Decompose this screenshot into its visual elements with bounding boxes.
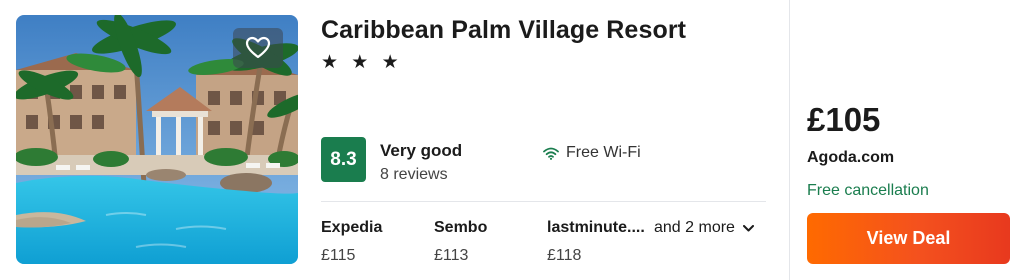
deal-price: £105: [807, 101, 881, 138]
hotel-name[interactable]: Caribbean Palm Village Resort: [321, 16, 686, 45]
provider-name: lastminute....: [547, 219, 645, 236]
more-providers-label: and 2 more: [654, 219, 735, 236]
amenity-wifi: Free Wi-Fi: [543, 144, 641, 162]
hotel-result-card: Caribbean Palm Village Resort ★ ★ ★ 8.3 …: [0, 0, 1024, 280]
provider-expedia[interactable]: Expedia £115: [321, 219, 382, 265]
wifi-icon: [543, 147, 559, 160]
deal-site: Agoda.com: [807, 149, 895, 166]
provider-price: £115: [321, 247, 356, 264]
free-cancellation-label: Free cancellation: [807, 182, 929, 199]
more-providers-dropdown[interactable]: and 2 more: [654, 219, 754, 237]
rating-label: Very good: [380, 141, 463, 160]
provider-price: £118: [547, 247, 582, 264]
heart-icon: [245, 36, 271, 59]
chevron-down-icon: [742, 224, 754, 231]
view-deal-button[interactable]: View Deal: [807, 213, 1010, 264]
price-panel-divider: [789, 0, 790, 280]
divider: [321, 201, 766, 202]
hotel-photo[interactable]: [16, 15, 298, 264]
provider-price: £113: [434, 247, 469, 264]
provider-name: Sembo: [434, 219, 488, 236]
provider-lastminute[interactable]: lastminute.... £118: [547, 219, 645, 265]
provider-sembo[interactable]: Sembo £113: [434, 219, 487, 265]
review-count[interactable]: 8 reviews: [380, 166, 448, 184]
hotel-star-rating: ★ ★ ★: [321, 52, 403, 73]
favourite-button[interactable]: [233, 28, 283, 68]
provider-name: Expedia: [321, 219, 383, 236]
rating-score-badge: 8.3: [321, 137, 366, 182]
amenity-label: Free Wi-Fi: [566, 144, 641, 161]
